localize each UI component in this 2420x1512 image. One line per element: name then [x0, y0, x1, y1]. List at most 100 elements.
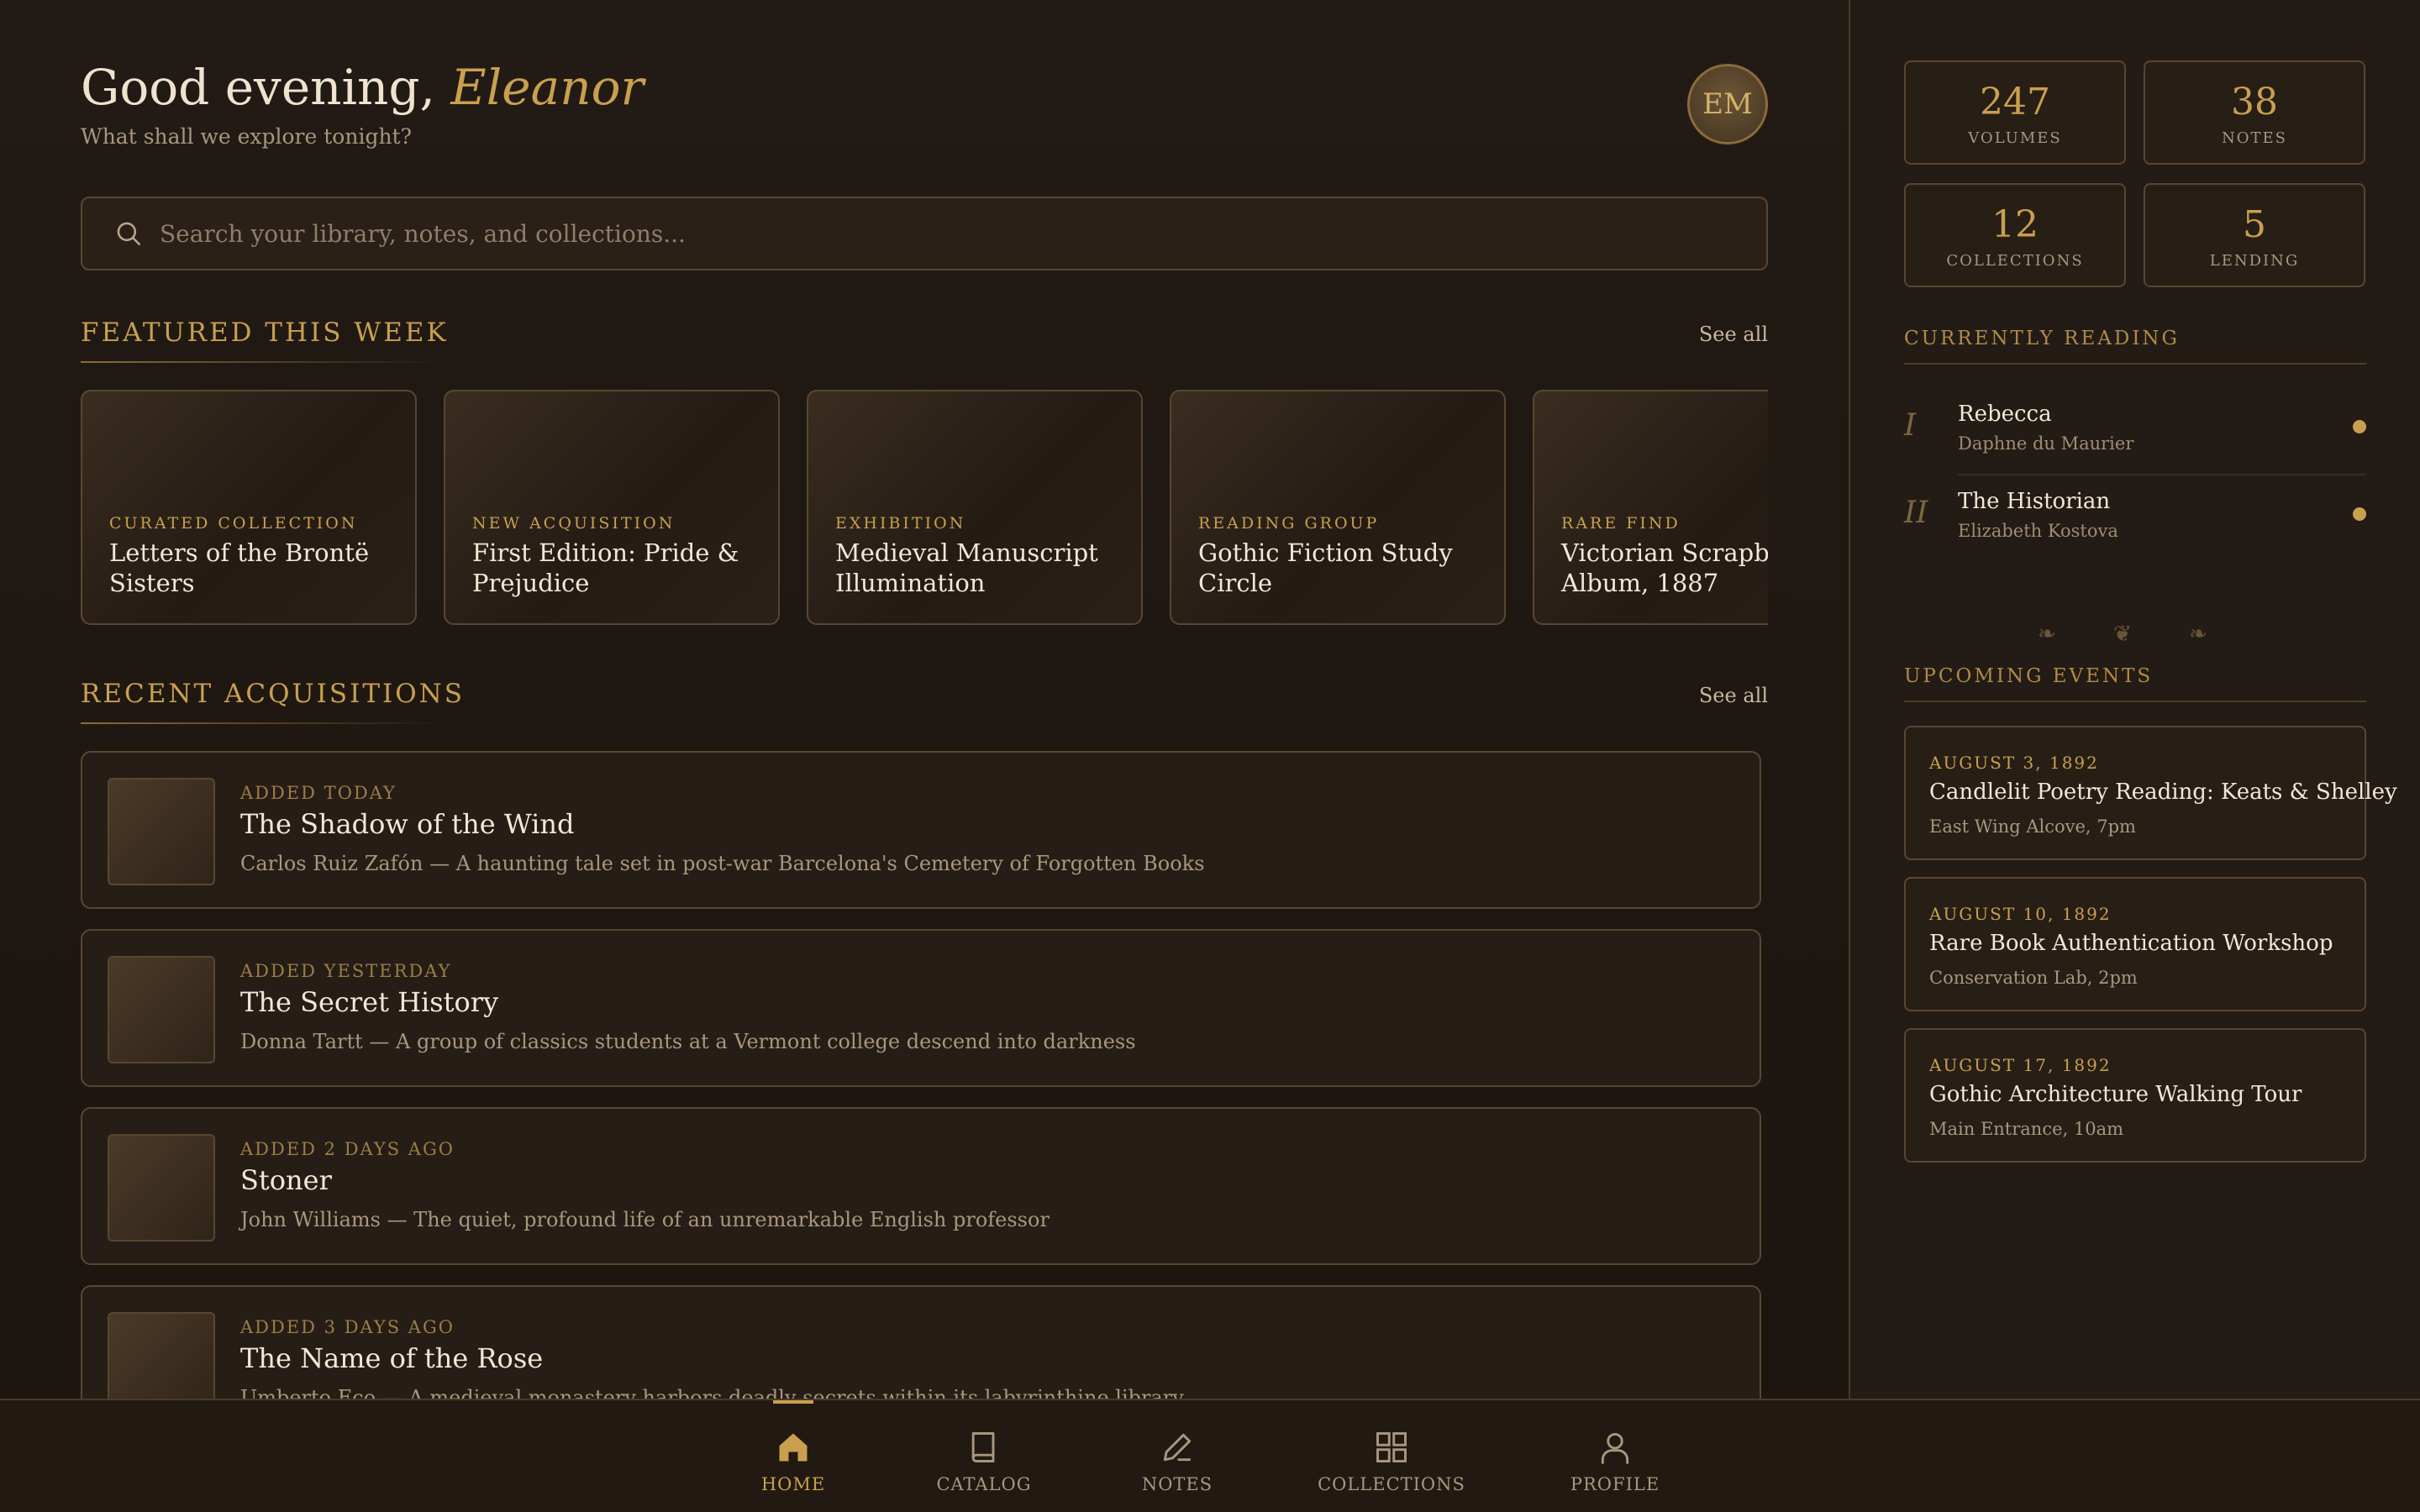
reading-item[interactable]: II The Historian Elizabeth Kostova	[1904, 475, 2366, 563]
stat-number: 5	[2243, 203, 2266, 246]
featured-card-title: First Edition: Pride & Prejudice	[472, 538, 739, 597]
acquisition-description: Donna Tartt — A group of classics studen…	[240, 1030, 1136, 1053]
grid-icon	[1376, 1432, 1407, 1462]
featured-card-title: Medieval Manuscript Illumination	[835, 538, 1098, 597]
home-icon	[779, 1433, 808, 1462]
featured-carousel[interactable]: CURATED COLLECTION Letters of the Brontë…	[81, 390, 1768, 625]
acquisition-description: John Williams — The quiet, profound life…	[240, 1208, 1050, 1231]
nav-label: PROFILE	[1570, 1474, 1660, 1494]
featured-card[interactable]: RARE FIND Victorian Scrapbook Album, 188…	[1533, 390, 1768, 625]
featured-card-title: Letters of the Brontë Sisters	[109, 538, 370, 597]
reading-number: II	[1904, 496, 1928, 530]
greeting-subtitle: What shall we explore tonight?	[81, 124, 412, 149]
event-location: Main Entrance, 10am	[1929, 1119, 2124, 1139]
acquisition-title: The Name of the Rose	[240, 1342, 544, 1374]
bottom-navigation: HOME CATALOG NOTES COLLECTIONS PROFILE	[0, 1399, 2420, 1512]
featured-card[interactable]: NEW ACQUISITION First Edition: Pride & P…	[444, 390, 780, 625]
greeting-prefix: Good evening,	[81, 59, 435, 116]
stat-label: VOLUMES	[1968, 129, 2062, 147]
acquisition-item[interactable]: ADDED 3 DAYS AGO The Name of the Rose Um…	[81, 1285, 1761, 1399]
acquisition-title: The Secret History	[240, 986, 499, 1018]
acquisition-item[interactable]: ADDED YESTERDAY The Secret History Donna…	[81, 929, 1761, 1087]
upcoming-events-divider	[1904, 701, 2366, 702]
user-name: Eleanor	[450, 59, 644, 116]
avatar[interactable]: EM	[1687, 64, 1768, 144]
event-title: Rare Book Authentication Workshop	[1929, 931, 2333, 956]
nav-profile[interactable]: PROFILE	[1531, 1400, 1699, 1512]
event-title: Gothic Architecture Walking Tour	[1929, 1082, 2302, 1107]
featured-card-title: Victorian Scrapbook Album, 1887	[1561, 538, 1768, 597]
stat-volumes[interactable]: 247 VOLUMES	[1904, 60, 2126, 165]
nav-label: HOME	[760, 1474, 826, 1494]
acquisition-date: ADDED YESTERDAY	[240, 961, 452, 981]
event-card[interactable]: AUGUST 10, 1892 Rare Book Authentication…	[1904, 877, 2366, 1011]
nav-catalog[interactable]: CATALOG	[900, 1400, 1068, 1512]
stat-number: 38	[2231, 81, 2278, 123]
book-icon	[971, 1432, 995, 1462]
nav-label: COLLECTIONS	[1318, 1474, 1465, 1494]
acquisition-title: Stoner	[240, 1164, 332, 1196]
featured-card-title: Gothic Fiction Study Circle	[1198, 538, 1453, 597]
acquisitions-section-title: RECENT ACQUISITIONS	[81, 679, 466, 709]
stat-label: COLLECTIONS	[1946, 252, 2084, 270]
stat-label: LENDING	[2209, 252, 2300, 270]
stat-lending[interactable]: 5 LENDING	[2144, 183, 2365, 287]
nav-home[interactable]: HOME	[709, 1400, 877, 1512]
book-cover-thumbnail	[108, 1312, 215, 1399]
book-cover-thumbnail	[108, 1134, 215, 1242]
event-location: East Wing Alcove, 7pm	[1929, 816, 2136, 837]
nav-notes[interactable]: NOTES	[1093, 1400, 1261, 1512]
fleuron-ornament: ❧ ❦ ❧	[2038, 622, 2233, 647]
featured-card[interactable]: READING GROUP Gothic Fiction Study Circl…	[1170, 390, 1506, 625]
search-icon	[117, 222, 141, 246]
event-card[interactable]: AUGUST 17, 1892 Gothic Architecture Walk…	[1904, 1028, 2366, 1163]
reading-author: Elizabeth Kostova	[1958, 521, 2118, 541]
acquisition-date: ADDED 2 DAYS AGO	[240, 1139, 455, 1159]
acquisition-item[interactable]: ADDED 2 DAYS AGO Stoner John Williams — …	[81, 1107, 1761, 1265]
reading-item[interactable]: I Rebecca Daphne du Maurier	[1904, 388, 2366, 475]
acquisition-title: The Shadow of the Wind	[240, 808, 575, 840]
featured-see-all-link[interactable]: See all	[1699, 323, 1768, 346]
book-cover-thumbnail	[108, 778, 215, 885]
currently-reading-divider	[1904, 363, 2366, 365]
featured-card-tag: EXHIBITION	[835, 514, 966, 533]
reading-status-dot	[2353, 420, 2366, 433]
stat-number: 247	[1980, 81, 2050, 123]
event-date: AUGUST 10, 1892	[1929, 904, 2112, 924]
event-date: AUGUST 17, 1892	[1929, 1055, 2112, 1075]
acquisition-description: Carlos Ruiz Zafón — A haunting tale set …	[240, 852, 1205, 875]
stat-collections[interactable]: 12 COLLECTIONS	[1904, 183, 2126, 287]
featured-section-title: FEATURED THIS WEEK	[81, 318, 449, 348]
acquisitions-see-all-link[interactable]: See all	[1699, 684, 1768, 707]
featured-card-tag: CURATED COLLECTION	[109, 514, 358, 533]
page-title: Good evening, Eleanor	[81, 59, 644, 116]
featured-card[interactable]: EXHIBITION Medieval Manuscript Illuminat…	[807, 390, 1143, 625]
event-location: Conservation Lab, 2pm	[1929, 968, 2138, 988]
featured-card-tag: NEW ACQUISITION	[472, 514, 676, 533]
user-icon	[1601, 1432, 1629, 1464]
event-card[interactable]: AUGUST 3, 1892 Candlelit Poetry Reading:…	[1904, 726, 2397, 860]
nav-label: CATALOG	[936, 1474, 1032, 1494]
reading-title: The Historian	[1958, 489, 2111, 514]
reading-author: Daphne du Maurier	[1958, 433, 2134, 454]
nav-collections[interactable]: COLLECTIONS	[1307, 1400, 1476, 1512]
stat-label: NOTES	[2222, 129, 2287, 147]
search-input[interactable]	[160, 219, 1672, 248]
featured-card-tag: RARE FIND	[1561, 514, 1681, 533]
event-date: AUGUST 3, 1892	[1929, 753, 2099, 773]
nav-label: NOTES	[1141, 1474, 1213, 1494]
search-bar[interactable]	[81, 197, 1768, 270]
acquisition-date: ADDED 3 DAYS AGO	[240, 1317, 455, 1337]
reading-number: I	[1904, 408, 1917, 443]
active-indicator	[773, 1400, 813, 1404]
main-content: Good evening, Eleanor What shall we expl…	[0, 0, 1849, 1399]
acquisition-item[interactable]: ADDED TODAY The Shadow of the Wind Carlo…	[81, 751, 1761, 909]
featured-card[interactable]: CURATED COLLECTION Letters of the Brontë…	[81, 390, 417, 625]
acquisitions-divider	[81, 722, 442, 724]
stat-number: 12	[1991, 203, 2039, 246]
currently-reading-title: CURRENTLY READING	[1904, 328, 2180, 349]
stat-notes[interactable]: 38 NOTES	[2144, 60, 2365, 165]
reading-status-dot	[2353, 507, 2366, 521]
featured-card-tag: READING GROUP	[1198, 514, 1380, 533]
acquisition-description: Umberto Eco — A medieval monastery harbo…	[240, 1386, 1184, 1399]
